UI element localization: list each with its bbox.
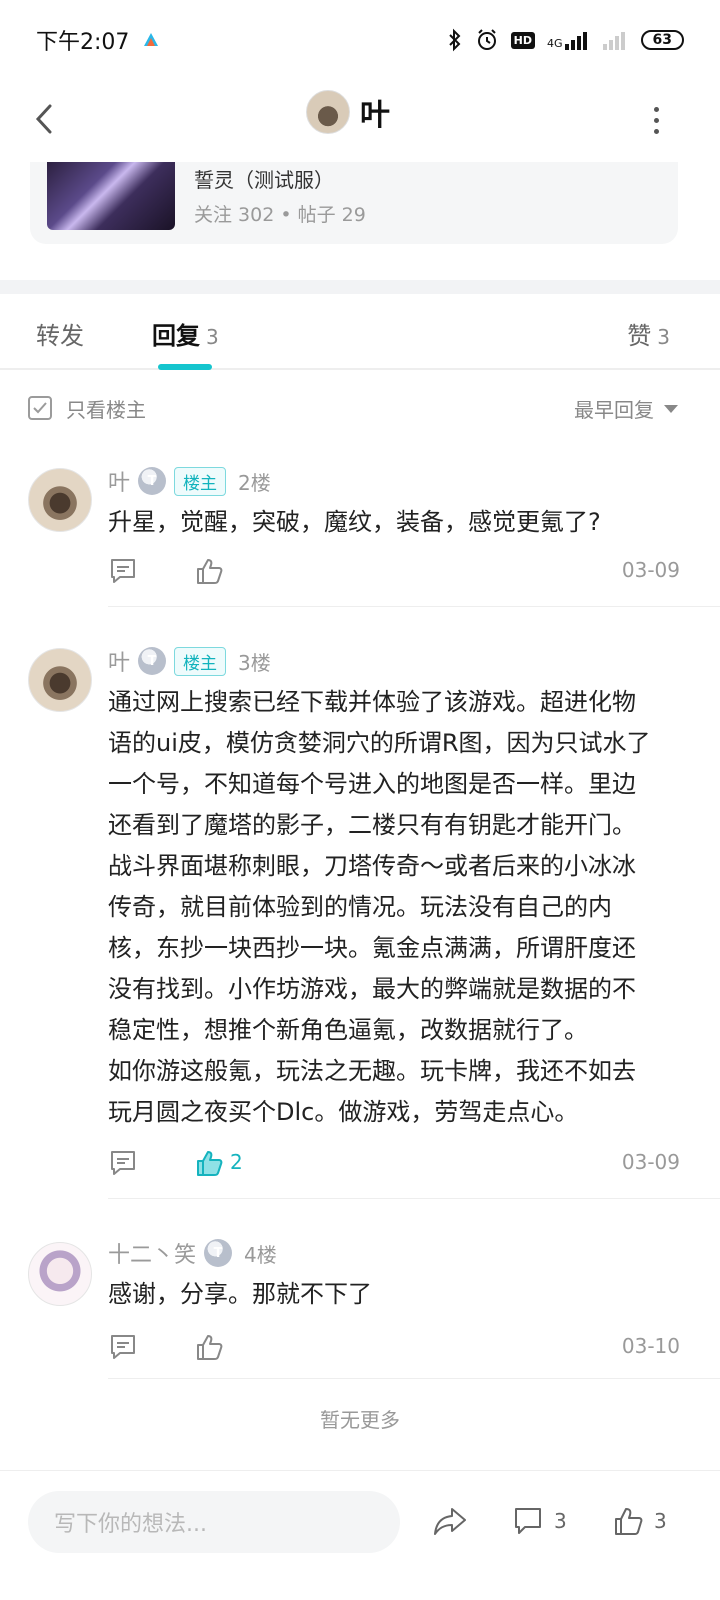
comment-input[interactable]: 写下你的想法...	[28, 1491, 400, 1553]
comment-icon[interactable]	[108, 556, 138, 586]
chevron-down-icon	[664, 404, 678, 413]
forum-stats: 关注 302 • 帖子 29	[194, 204, 366, 226]
reply-username[interactable]: 叶	[108, 465, 130, 497]
like-icon-active[interactable]	[194, 1148, 224, 1178]
comment-icon	[515, 1508, 541, 1534]
avatar[interactable]	[28, 468, 92, 532]
like-icon[interactable]	[194, 1332, 224, 1362]
signal-empty-icon	[602, 32, 625, 50]
level-badge: T	[204, 1239, 233, 1267]
tab-likes-count: 3	[657, 325, 670, 349]
app-notification-icon	[144, 33, 159, 46]
comment-icon[interactable]	[108, 1332, 138, 1362]
filter-bar: 只看楼主 最早回复	[0, 372, 720, 444]
nav-header: 叶	[0, 80, 720, 162]
bluetooth-icon	[448, 28, 461, 52]
floor-number: 4楼	[244, 1242, 277, 1267]
reply-date: 03-09	[621, 558, 680, 582]
tab-repost[interactable]: 转发	[36, 316, 84, 351]
battery-indicator: 63	[640, 30, 684, 50]
only-op-label[interactable]: 只看楼主	[66, 394, 146, 423]
comment-input-placeholder: 写下你的想法...	[54, 1512, 207, 1537]
reply-date: 03-09	[621, 1150, 680, 1174]
like-count: 2	[230, 1150, 243, 1174]
op-badge: 楼主	[174, 646, 227, 676]
bottom-bar: 写下你的想法... 3 3	[0, 1470, 720, 1600]
reply-content: 升星，觉醒，突破，魔纹，装备，感觉更氪了?	[108, 508, 601, 536]
avatar[interactable]	[28, 1242, 92, 1306]
alarm-icon	[477, 29, 496, 50]
tab-reply[interactable]: 回复 3	[152, 316, 219, 351]
reply-actions: 03-09	[108, 556, 680, 592]
only-op-checkbox[interactable]	[28, 396, 52, 420]
section-divider	[0, 280, 720, 294]
reply-divider	[108, 606, 720, 607]
level-badge: T	[138, 467, 167, 495]
avatar[interactable]	[28, 648, 92, 712]
network-type: 4G	[546, 37, 563, 50]
reply-divider	[108, 1378, 720, 1379]
page-title: 叶	[360, 98, 390, 133]
comment-icon[interactable]	[108, 1148, 138, 1178]
more-options-icon[interactable]	[646, 100, 666, 140]
network-label: 4G	[547, 30, 591, 50]
reply-username[interactable]: 叶	[108, 645, 130, 677]
share-button[interactable]	[432, 1505, 468, 1537]
floor-number: 3楼	[238, 650, 271, 675]
comment-button[interactable]: 3	[512, 1505, 567, 1537]
back-icon[interactable]	[28, 94, 58, 144]
reply-content: 通过网上搜索已经下载并体验了该游戏。超进化物 语的ui皮，模仿贪婪洞穴的所谓R图…	[108, 688, 651, 1126]
tab-reply-count: 3	[206, 325, 219, 349]
avatar	[306, 90, 350, 134]
reply-content: 感谢，分享。那就不下了	[108, 1280, 372, 1308]
forum-thumbnail	[47, 162, 175, 230]
reply-header: 十二丶笑 T 4楼	[108, 1238, 277, 1268]
comment-count: 3	[554, 1509, 567, 1533]
op-badge: 楼主	[174, 466, 227, 496]
tab-indicator	[158, 364, 212, 370]
sort-label: 最早回复	[574, 398, 654, 422]
like-icon[interactable]	[194, 556, 224, 586]
like-count: 3	[654, 1509, 667, 1533]
level-badge: T	[138, 647, 167, 675]
tab-repost-label: 转发	[36, 322, 84, 350]
reply-actions: 2 03-09	[108, 1148, 680, 1184]
status-bar: 下午2:07 HD 4G 63	[0, 0, 720, 80]
tab-reply-label: 回复	[152, 322, 200, 350]
signal-icon	[564, 32, 587, 50]
reply-header: 叶 T 楼主 2楼	[108, 466, 271, 496]
tab-bar: 转发 回复 3 赞3	[0, 294, 720, 370]
reply-date: 03-10	[621, 1334, 680, 1358]
tab-likes-label: 赞	[627, 322, 652, 350]
forum-card[interactable]: 誓灵（测试服） 关注 302 • 帖子 29	[30, 162, 678, 244]
forum-name: 誓灵（测试服）	[194, 168, 334, 192]
reply-actions: 03-10	[108, 1332, 680, 1368]
reply-header: 叶 T 楼主 3楼	[108, 646, 271, 676]
share-icon	[434, 1508, 466, 1535]
floor-number: 2楼	[238, 470, 271, 495]
no-more-text: 暂无更多	[320, 1408, 400, 1432]
status-time: 下午2:07	[36, 30, 130, 55]
nav-user[interactable]: 叶	[306, 90, 390, 134]
like-button[interactable]: 3	[612, 1505, 667, 1537]
reply-username[interactable]: 十二丶笑	[108, 1237, 196, 1269]
tab-likes[interactable]: 赞3	[627, 316, 670, 351]
reply-divider	[108, 1198, 720, 1199]
hd-icon: HD	[510, 31, 535, 49]
like-icon	[615, 1508, 643, 1535]
check-icon	[33, 402, 47, 414]
sort-dropdown[interactable]: 最早回复	[574, 394, 678, 423]
